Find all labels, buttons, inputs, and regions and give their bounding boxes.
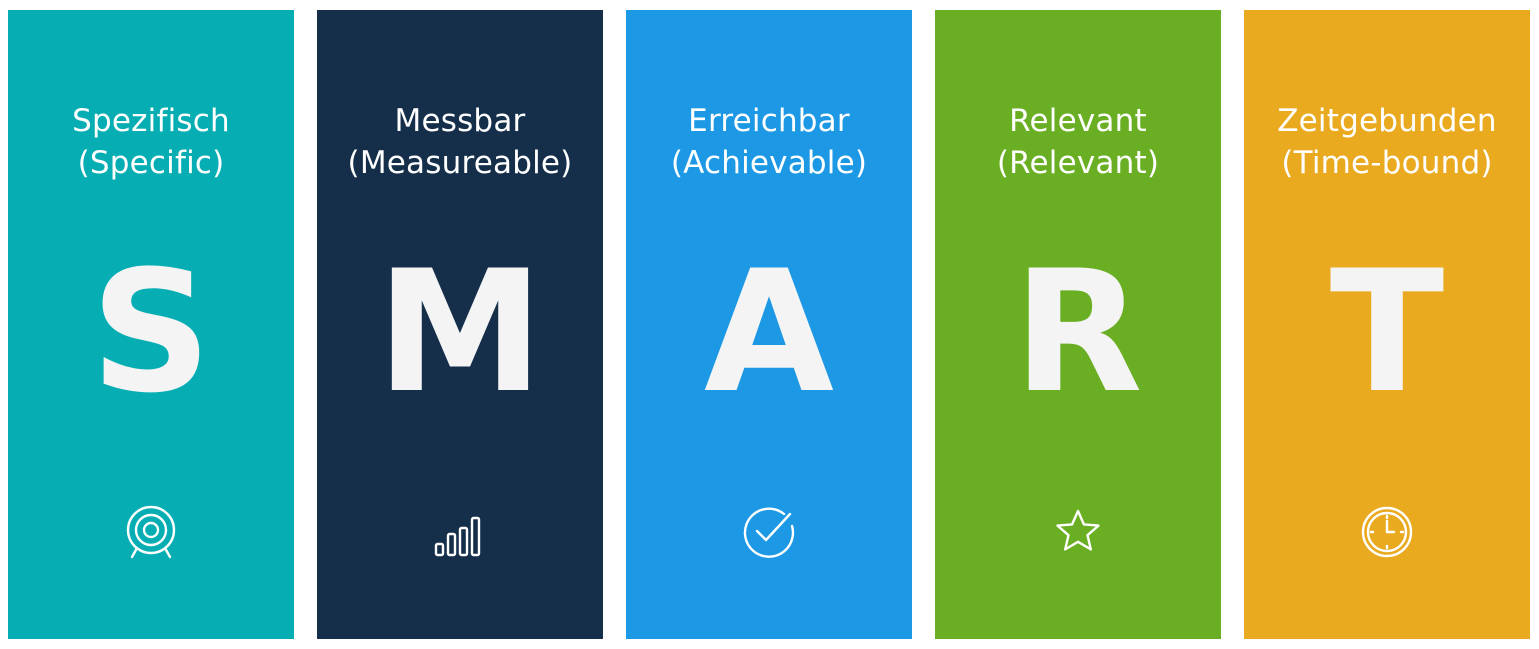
panel-title-german: Zeitgebunden [1277,103,1497,139]
panel-title-english: (Measureable) [347,145,573,181]
panel-title-english: (Time-bound) [1281,145,1493,181]
panel-title-german: Messbar [394,103,526,139]
bar-chart-icon [430,502,490,562]
panel-letter: R [1013,234,1143,430]
star-icon [1048,502,1108,562]
target-icon [121,502,181,562]
panel-title: Zeitgebunden (Time-bound) [1244,100,1530,184]
panel-letter: M [376,234,544,430]
panel-title-german: Relevant [1009,103,1147,139]
panel-title-german: Spezifisch [72,103,230,139]
panel-title-german: Erreichbar [688,103,850,139]
panel-title: Relevant (Relevant) [935,100,1221,184]
panel-letter: A [703,234,835,430]
panel-relevant: Relevant (Relevant) R [935,10,1221,639]
smart-goals-board: Spezifisch (Specific) S Messbar (Measure… [0,0,1539,649]
panel-specific: Spezifisch (Specific) S [8,10,294,639]
panel-letter: T [1329,234,1445,430]
panel-measurable: Messbar (Measureable) M [317,10,603,639]
panel-title-english: (Specific) [77,145,225,181]
panel-letter: S [90,234,212,430]
panel-time-bound: Zeitgebunden (Time-bound) T [1244,10,1530,639]
check-circle-icon [739,502,799,562]
panel-title: Erreichbar (Achievable) [626,100,912,184]
panel-title-english: (Achievable) [670,145,868,181]
panel-title: Messbar (Measureable) [317,100,603,184]
panel-title-english: (Relevant) [996,145,1160,181]
clock-icon [1357,502,1417,562]
panel-achievable: Erreichbar (Achievable) A [626,10,912,639]
panel-title: Spezifisch (Specific) [8,100,294,184]
